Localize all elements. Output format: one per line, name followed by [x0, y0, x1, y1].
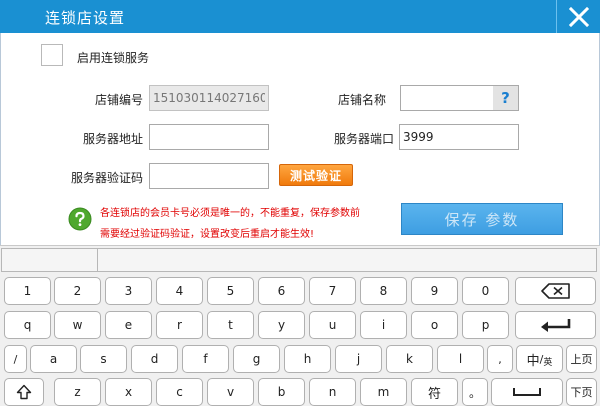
page-down-key[interactable]: 下页: [566, 378, 597, 406]
enter-icon: [540, 319, 570, 332]
key-slash[interactable]: /: [4, 345, 27, 373]
key-a[interactable]: a: [30, 345, 77, 373]
key-r[interactable]: r: [156, 311, 203, 339]
space-key[interactable]: [491, 378, 563, 406]
key-j[interactable]: j: [335, 345, 382, 373]
keyboard-input-divider: [97, 249, 98, 271]
key-h[interactable]: h: [284, 345, 331, 373]
backspace-icon: [540, 283, 570, 299]
note-line-2: 需要经过验证码验证，设置改变后重启才能生效!: [100, 229, 315, 240]
symbol-key[interactable]: 符: [411, 378, 458, 406]
key-w[interactable]: w: [54, 311, 101, 339]
key-b[interactable]: b: [258, 378, 305, 406]
settings-panel: 启用连锁服务 店铺编号 店铺名称 ? 服务器地址 服务器端口 服务器验证码 测试…: [0, 33, 600, 245]
enter-key[interactable]: [515, 311, 596, 339]
lang-main-label: 中: [526, 353, 540, 369]
close-icon: [568, 6, 589, 27]
close-button[interactable]: [556, 0, 600, 33]
help-button[interactable]: ?: [493, 85, 519, 111]
server-port-field[interactable]: [399, 124, 519, 150]
key-5[interactable]: 5: [207, 277, 254, 305]
keyboard-input[interactable]: [1, 248, 597, 272]
key-k[interactable]: k: [386, 345, 433, 373]
store-no-field: [149, 85, 269, 111]
key-t[interactable]: t: [207, 311, 254, 339]
lang-alt-label: 英: [543, 357, 553, 368]
key-period[interactable]: 。: [462, 378, 488, 406]
shift-key[interactable]: [4, 378, 44, 406]
key-i[interactable]: i: [360, 311, 407, 339]
backspace-key[interactable]: [515, 277, 596, 305]
key-l[interactable]: l: [437, 345, 484, 373]
key-m[interactable]: m: [360, 378, 407, 406]
key-f[interactable]: f: [182, 345, 229, 373]
key-n[interactable]: n: [309, 378, 356, 406]
key-0[interactable]: 0: [462, 277, 509, 305]
note-line-1: 各连锁店的会员卡号必须是唯一的，不能重复，保存参数前: [100, 208, 360, 219]
key-4[interactable]: 4: [156, 277, 203, 305]
verify-code-label: 服务器验证码: [70, 171, 143, 185]
server-addr-field[interactable]: [149, 124, 269, 150]
key-d[interactable]: d: [131, 345, 178, 373]
on-screen-keyboard: 1 2 3 4 5 6 7 8 9 0 q w e r t y u i o p …: [0, 245, 600, 406]
page-up-key[interactable]: 上页: [566, 345, 597, 373]
key-o[interactable]: o: [411, 311, 458, 339]
store-no-label: 店铺编号: [94, 93, 143, 107]
shift-icon: [16, 384, 32, 400]
key-g[interactable]: g: [233, 345, 280, 373]
key-z[interactable]: z: [54, 378, 101, 406]
key-v[interactable]: v: [207, 378, 254, 406]
key-comma[interactable]: ,: [487, 345, 513, 373]
key-u[interactable]: u: [309, 311, 356, 339]
key-s[interactable]: s: [80, 345, 127, 373]
help-icon: ?: [501, 89, 510, 107]
key-7[interactable]: 7: [309, 277, 356, 305]
space-icon: [513, 388, 541, 396]
enable-chain-label: 启用连锁服务: [77, 51, 150, 65]
key-3[interactable]: 3: [105, 277, 152, 305]
key-q[interactable]: q: [4, 311, 51, 339]
key-x[interactable]: x: [105, 378, 152, 406]
enable-chain-checkbox[interactable]: [41, 44, 63, 66]
key-9[interactable]: 9: [411, 277, 458, 305]
verify-code-field[interactable]: [149, 163, 269, 189]
store-name-field[interactable]: [400, 85, 494, 111]
window-title: 连锁店设置: [45, 9, 126, 27]
question-circle-icon: [68, 207, 92, 231]
server-port-label: 服务器端口: [333, 132, 394, 146]
key-1[interactable]: 1: [4, 277, 51, 305]
lang-toggle-key[interactable]: 中 / 英: [516, 345, 563, 373]
key-y[interactable]: y: [258, 311, 305, 339]
store-name-label: 店铺名称: [337, 93, 386, 107]
key-6[interactable]: 6: [258, 277, 305, 305]
key-8[interactable]: 8: [360, 277, 407, 305]
key-2[interactable]: 2: [54, 277, 101, 305]
test-verify-button[interactable]: 测试验证: [279, 164, 353, 186]
key-e[interactable]: e: [105, 311, 152, 339]
server-addr-label: 服务器地址: [82, 132, 143, 146]
title-bar: 连锁店设置: [0, 0, 600, 33]
key-c[interactable]: c: [156, 378, 203, 406]
key-p[interactable]: p: [462, 311, 509, 339]
save-params-button[interactable]: 保存 参数: [401, 203, 563, 235]
